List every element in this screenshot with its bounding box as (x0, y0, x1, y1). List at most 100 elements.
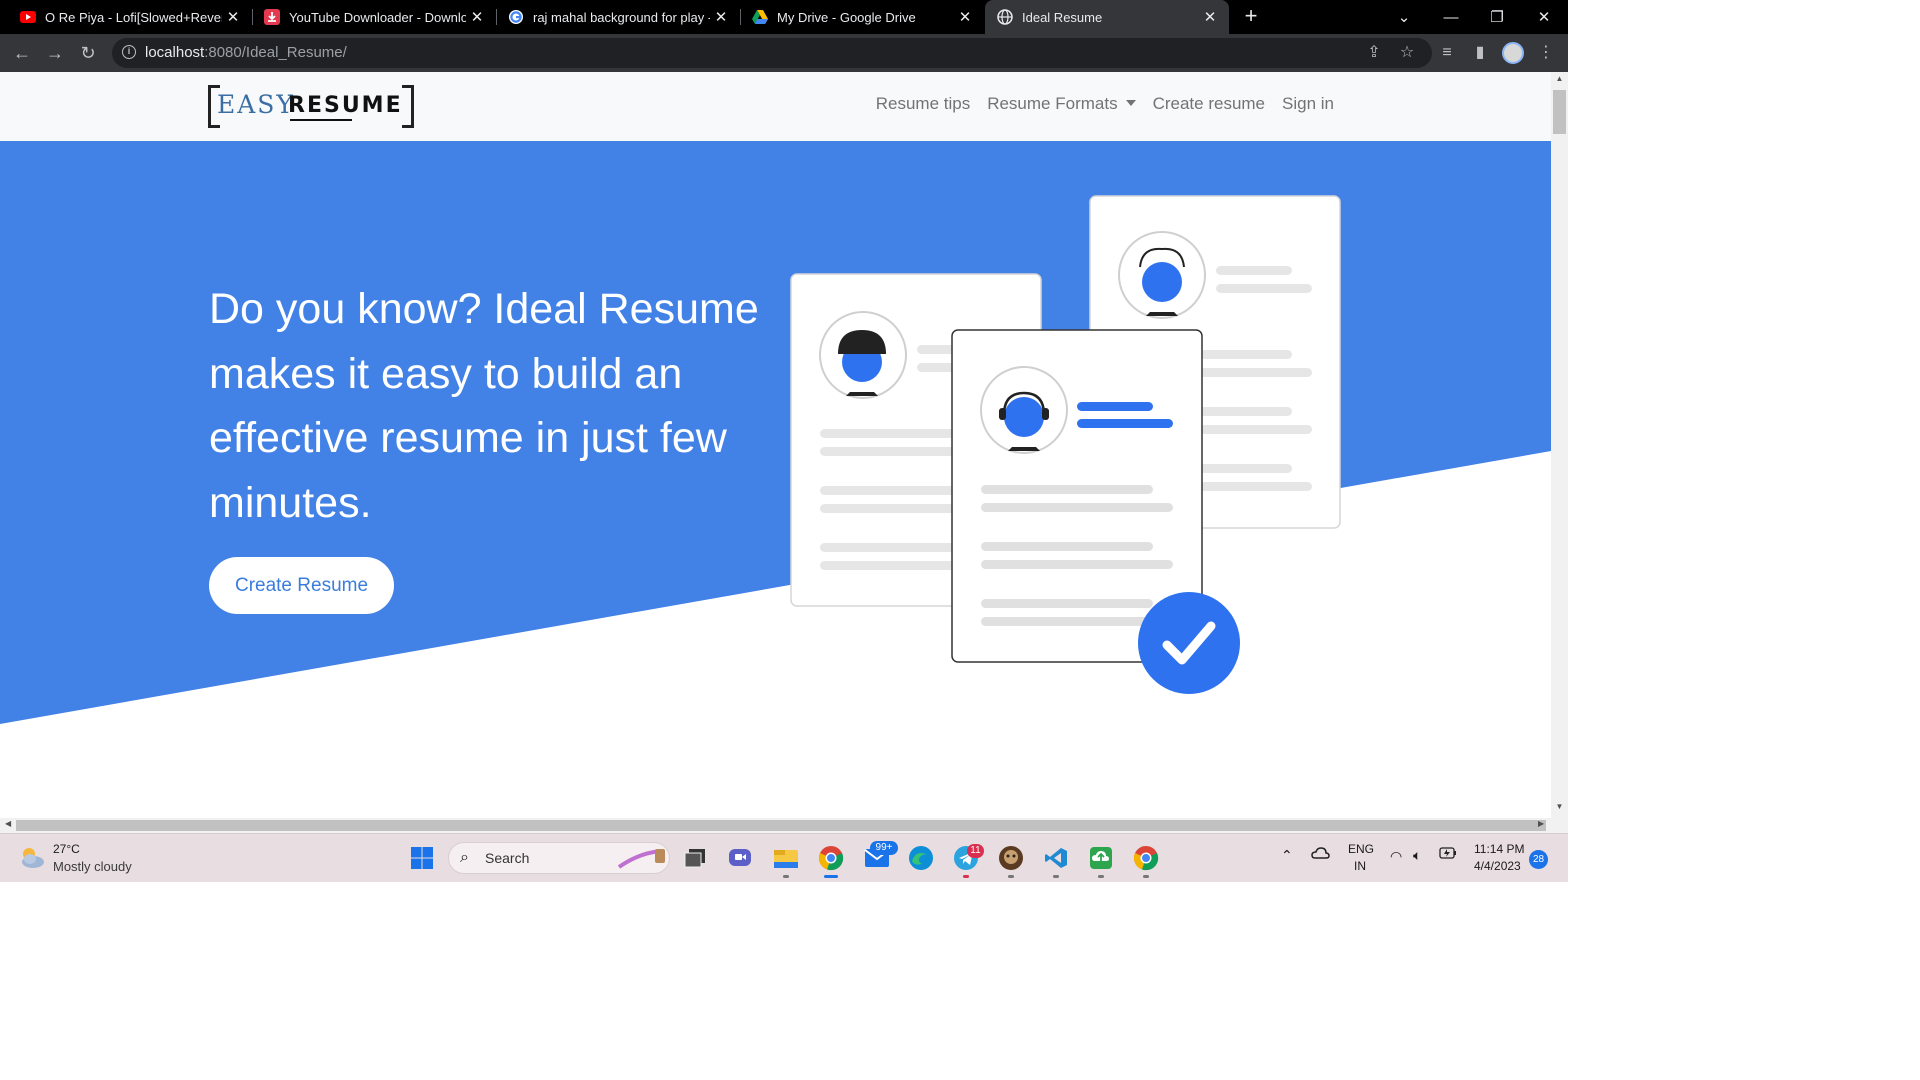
back-button[interactable]: ← (10, 42, 34, 64)
new-tab-button[interactable]: + (1238, 4, 1264, 30)
browser-toolbar: ← → ↻ i localhost:8080/Ideal_Resume/ ⇪ ☆… (0, 34, 1568, 72)
task-view-icon[interactable] (681, 844, 709, 872)
weather-temperature[interactable]: 27°C (53, 842, 80, 856)
close-tab-icon[interactable]: ✕ (710, 8, 732, 26)
browser-tab-youtube[interactable]: O Re Piya - Lofi[Slowed+Reverb] ✕ (0, 0, 252, 34)
tab-title: My Drive - Google Drive (777, 9, 916, 25)
youtube-icon (20, 9, 36, 25)
logo-easy-text: EASY (217, 90, 295, 119)
scroll-right-arrow-icon[interactable]: ▶ (1538, 819, 1544, 828)
address-bar[interactable]: i localhost:8080/Ideal_Resume/ (112, 38, 1432, 68)
checkmark-badge-icon (1138, 592, 1240, 694)
caret-down-icon (1125, 100, 1136, 106)
browser-tab-google-drive[interactable]: My Drive - Google Drive ✕ (732, 0, 984, 34)
close-tab-icon[interactable]: ✕ (954, 8, 976, 26)
browser-tab-bar: O Re Piya - Lofi[Slowed+Reverb] ✕ YouTub… (0, 0, 1568, 34)
minimize-button[interactable]: — (1428, 0, 1474, 34)
side-panel-icon[interactable]: ▮ (1470, 43, 1490, 63)
taskbar-search[interactable]: ⌕ Search (448, 842, 670, 874)
game-app-icon[interactable] (997, 844, 1025, 878)
reload-button[interactable]: ↻ (76, 42, 100, 64)
tab-title: raj mahal background for play - (533, 9, 710, 25)
media-control-icon[interactable]: ≡ (1437, 43, 1457, 63)
windows-taskbar: 27°C Mostly cloudy ⌕ Search 99+ 11 ⌃ ENG… (0, 833, 1568, 882)
vscode-icon[interactable] (1042, 844, 1070, 878)
browser-tab-ideal-resume[interactable]: Ideal Resume ✕ (985, 0, 1229, 34)
close-window-button[interactable]: ✕ (1521, 0, 1567, 34)
globe-icon (997, 9, 1013, 25)
logo-underline (290, 119, 352, 121)
google-drive-icon (752, 9, 768, 25)
notification-count-badge[interactable]: 28 (1529, 850, 1548, 869)
show-hidden-icons-chevron-icon[interactable]: ⌃ (1281, 847, 1293, 864)
volume-icon[interactable]: 🔈︎ (1413, 847, 1421, 864)
site-nav-links: Resume tips Resume Formats Create resume… (876, 94, 1334, 114)
nav-resume-tips[interactable]: Resume tips (876, 94, 970, 114)
nav-resume-formats-dropdown[interactable]: Resume Formats (987, 94, 1136, 114)
teams-chat-icon[interactable] (726, 844, 754, 872)
tab-search-icon[interactable]: ⌄ (1381, 0, 1427, 34)
menu-kebab-icon[interactable]: ⋮ (1536, 43, 1556, 63)
nav-sign-in[interactable]: Sign in (1282, 94, 1334, 114)
tab-title: YouTube Downloader - Download (289, 9, 466, 25)
scroll-down-arrow-icon[interactable]: ▼ (1551, 802, 1568, 811)
app-active-indicator (824, 875, 838, 878)
share-icon[interactable]: ⇪ (1364, 43, 1384, 63)
battery-icon[interactable] (1439, 847, 1457, 862)
url-path: :8080/Ideal_Resume/ (204, 44, 347, 61)
scroll-left-arrow-icon[interactable]: ◀ (5, 819, 11, 828)
vertical-scroll-thumb[interactable] (1553, 90, 1566, 134)
google-icon (508, 9, 524, 25)
vertical-scrollbar[interactable]: ▲ ▼ (1551, 72, 1568, 818)
site-navbar: EASY RESUME Resume tips Resume Formats C… (0, 72, 1551, 141)
profile-avatar[interactable] (1502, 42, 1524, 64)
hero-headline: Do you know? Ideal Resume makes it easy … (209, 285, 759, 527)
restore-button[interactable]: ❐ (1474, 0, 1520, 34)
easy-resume-logo[interactable]: EASY RESUME (208, 85, 414, 128)
close-tab-icon[interactable]: ✕ (1199, 8, 1221, 26)
clock-time[interactable]: 11:14 PM (1474, 842, 1524, 856)
wifi-icon[interactable]: ◠ (1390, 848, 1402, 865)
taskbar-search-placeholder: Search (485, 850, 530, 866)
create-resume-button[interactable]: Create Resume (209, 557, 394, 614)
chrome-icon[interactable] (1132, 844, 1160, 878)
onedrive-cloud-icon[interactable] (1311, 846, 1331, 863)
weather-cloud-icon[interactable] (18, 843, 46, 871)
url-host: localhost (145, 44, 205, 61)
horizontal-scroll-thumb[interactable] (16, 820, 1546, 831)
logo-bracket-right (402, 85, 414, 128)
logo-resume-text: RESUME (288, 93, 403, 118)
telegram-badge: 11 (967, 844, 984, 858)
close-tab-icon[interactable]: ✕ (466, 8, 488, 26)
language-region[interactable]: IN (1354, 859, 1366, 873)
nav-resume-formats-label: Resume Formats (987, 94, 1118, 113)
app-running-indicator (1098, 875, 1104, 878)
edge-icon[interactable] (907, 844, 935, 872)
weather-status[interactable]: Mostly cloudy (53, 859, 132, 874)
file-explorer-icon[interactable] (772, 844, 800, 878)
mail-badge: 99+ (870, 841, 898, 855)
close-tab-icon[interactable]: ✕ (222, 8, 244, 26)
browser-tab-google-search[interactable]: raj mahal background for play - ✕ (488, 0, 740, 34)
app-running-indicator (1143, 875, 1149, 878)
windows-start-icon[interactable] (408, 844, 436, 872)
tab-title: O Re Piya - Lofi[Slowed+Reverb] (45, 9, 222, 25)
scroll-up-arrow-icon[interactable]: ▲ (1551, 74, 1568, 83)
bookmark-star-icon[interactable]: ☆ (1397, 43, 1417, 63)
chrome-profile-icon[interactable] (817, 844, 845, 878)
site-info-icon[interactable]: i (122, 45, 136, 59)
horizontal-scrollbar[interactable]: ◀ ▶ (0, 818, 1568, 833)
browser-tab-downloader[interactable]: YouTube Downloader - Download ✕ (244, 0, 496, 34)
clock-date[interactable]: 4/4/2023 (1474, 859, 1521, 873)
nav-create-resume[interactable]: Create resume (1153, 94, 1265, 114)
resume-illustration (790, 195, 1341, 694)
cloud-upload-app-icon[interactable] (1087, 844, 1115, 878)
forward-button[interactable]: → (43, 42, 67, 64)
tab-title: Ideal Resume (1022, 9, 1103, 25)
url-text: localhost:8080/Ideal_Resume/ (145, 44, 347, 61)
app-running-indicator (1053, 875, 1059, 878)
app-running-indicator (963, 875, 969, 878)
search-icon: ⌕ (460, 849, 469, 866)
language-indicator[interactable]: ENG (1348, 842, 1374, 856)
page-viewport: EASY RESUME Resume tips Resume Formats C… (0, 72, 1551, 818)
